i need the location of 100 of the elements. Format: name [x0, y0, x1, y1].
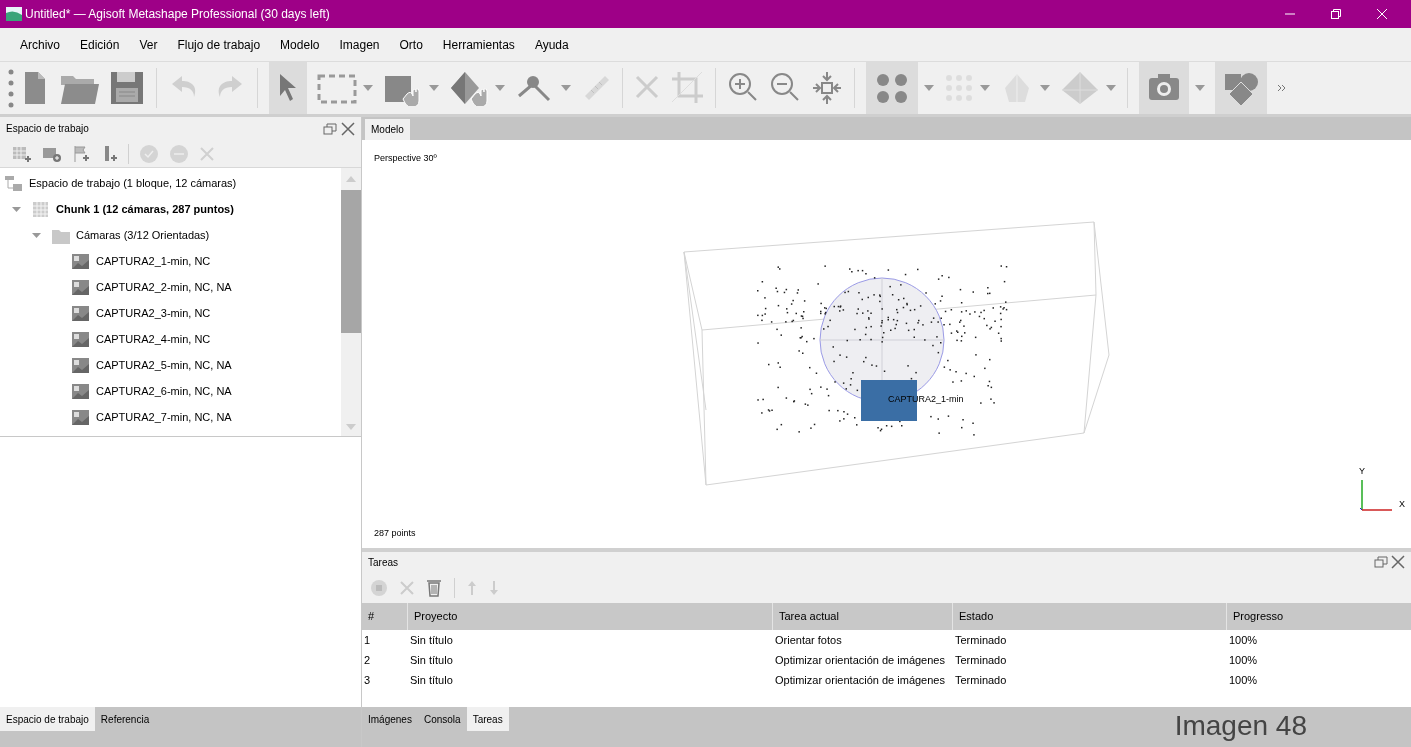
column-header[interactable]: Tarea actual: [772, 603, 952, 630]
image-icon: [71, 355, 90, 375]
add-scalebar-icon[interactable]: [102, 144, 118, 163]
table-cell-text: Terminado: [954, 632, 1008, 648]
tree-item[interactable]: CAPTURA2_7-min, NC, NA: [96, 408, 232, 426]
menu-item[interactable]: Herramientas: [432, 35, 525, 54]
table-cell-text: Sin título: [409, 652, 454, 668]
caret-icon[interactable]: [495, 85, 505, 91]
panel-title: Tareas: [368, 555, 398, 570]
table-cell-text: Terminado: [954, 652, 1008, 668]
scroll-up-icon[interactable]: [346, 176, 356, 182]
caret-icon[interactable]: [1106, 85, 1116, 91]
tree-item[interactable]: CAPTURA2_4-min, NC: [96, 330, 211, 348]
tool-button[interactable]: [1139, 62, 1189, 114]
reset-view-icon[interactable]: [811, 70, 843, 106]
tab[interactable]: Modelo: [365, 119, 410, 140]
menu-item[interactable]: Edición: [70, 35, 130, 54]
tool-button[interactable]: [269, 62, 307, 114]
tool-button[interactable]: [1215, 62, 1267, 114]
stop-icon[interactable]: [370, 578, 388, 597]
crop-icon[interactable]: [670, 70, 704, 106]
image-caption: Imagen 48: [1174, 709, 1307, 743]
tab[interactable]: Espacio de trabajo: [0, 707, 95, 731]
tree-item[interactable]: Espacio de trabajo (1 bloque, 12 cámaras): [29, 174, 237, 192]
panel-title: Espacio de trabajo: [6, 122, 89, 136]
table-cell-text: Optimizar orientación de imágenes: [774, 652, 946, 668]
tree-item[interactable]: CAPTURA2_3-min, NC: [96, 304, 211, 322]
caret-icon[interactable]: [924, 85, 934, 91]
caret-icon[interactable]: [1195, 85, 1205, 91]
projection-label: Perspective 30º: [374, 152, 437, 165]
add-marker-icon[interactable]: [72, 144, 92, 163]
check-icon[interactable]: [139, 143, 159, 164]
remove-icon[interactable]: [199, 145, 215, 162]
table-cell-text: Terminado: [954, 672, 1008, 688]
menu-item[interactable]: Orto: [389, 35, 433, 54]
trash-icon[interactable]: [426, 578, 442, 597]
grip-icon[interactable]: [8, 68, 14, 108]
caret-icon[interactable]: [429, 85, 439, 91]
scrollbar[interactable]: [341, 168, 361, 436]
column-header[interactable]: Progresso: [1226, 603, 1411, 630]
table-cell-text: 3: [363, 672, 372, 688]
table-cell-text: 100%: [1228, 632, 1259, 648]
undock-icon[interactable]: [323, 122, 337, 135]
caret-icon[interactable]: [1040, 85, 1050, 91]
image-icon: [71, 277, 90, 297]
image-icon: [71, 407, 90, 427]
image-icon: [71, 381, 90, 401]
restore-icon[interactable]: [1331, 9, 1341, 19]
close-icon[interactable]: [341, 121, 355, 136]
table-cell-text: Optimizar orientación de imágenes: [774, 672, 946, 688]
shapes-icon[interactable]: [1223, 70, 1259, 106]
tree-item[interactable]: CAPTURA2_5-min, NC, NA: [96, 356, 232, 374]
close-icon[interactable]: [1391, 555, 1405, 569]
menu-item[interactable]: Flujo de trabajo: [167, 35, 271, 54]
menu-item[interactable]: Imagen: [329, 35, 390, 54]
image-icon: [71, 251, 90, 271]
scroll-thumb[interactable]: [341, 190, 361, 333]
column-header[interactable]: #: [362, 603, 407, 630]
cancel-icon[interactable]: [400, 580, 414, 595]
add-chunk-icon[interactable]: [12, 144, 32, 163]
tree-item[interactable]: CAPTURA2_2-min, NC, NA: [96, 278, 232, 296]
chunk-icon: [31, 199, 50, 219]
move-up-icon[interactable]: [467, 579, 477, 596]
tree-item[interactable]: CAPTURA2_6-min, NC, NA: [96, 382, 232, 400]
scroll-down-icon[interactable]: [346, 424, 356, 430]
pyramid-icon[interactable]: [1060, 70, 1100, 106]
image-icon: [71, 303, 90, 323]
column-header[interactable]: Estado: [952, 603, 1226, 630]
save-icon[interactable]: [109, 70, 145, 106]
workspace-icon: [4, 173, 23, 193]
collapse-arrow-icon[interactable]: [12, 204, 21, 214]
tree-item[interactable]: Cámaras (3/12 Orientadas): [76, 226, 210, 244]
image-icon: [71, 329, 90, 349]
menu-item[interactable]: Modelo: [270, 35, 330, 54]
column-header[interactable]: Proyecto: [407, 603, 772, 630]
tree-item[interactable]: CAPTURA2_1-min, NC: [96, 252, 211, 270]
menu-item[interactable]: Archivo: [10, 35, 70, 54]
caret-icon[interactable]: [363, 85, 373, 91]
table-cell-text: Sin título: [409, 672, 454, 688]
point-count-label: 287 points: [374, 527, 416, 540]
menu-item[interactable]: Ver: [129, 35, 168, 54]
move-down-icon[interactable]: [489, 579, 499, 596]
minus-icon[interactable]: [169, 143, 189, 164]
collapse-arrow-icon[interactable]: [32, 230, 41, 240]
caret-icon[interactable]: [561, 85, 571, 91]
axis-label: X: [1399, 498, 1405, 511]
table-cell-text: 100%: [1228, 652, 1259, 668]
window-title: Untitled* — Agisoft Metashape Professional (30 days left): [25, 6, 330, 23]
tree-item[interactable]: Chunk 1 (12 cámaras, 287 puntos): [56, 200, 234, 218]
table-cell-text: Sin título: [409, 632, 454, 648]
tool-button[interactable]: [866, 62, 918, 114]
tab[interactable]: Tareas: [466, 707, 509, 731]
caret-icon[interactable]: [980, 85, 990, 91]
menu-item[interactable]: Ayuda: [524, 35, 579, 54]
table-cell-text: 2: [363, 652, 372, 668]
undock-icon[interactable]: [1374, 556, 1388, 568]
app-logo-icon: [6, 7, 22, 21]
rotate-object-icon[interactable]: [449, 70, 489, 106]
table-cell-text: Orientar fotos: [774, 632, 843, 648]
table-cell-text: 1: [363, 632, 372, 648]
